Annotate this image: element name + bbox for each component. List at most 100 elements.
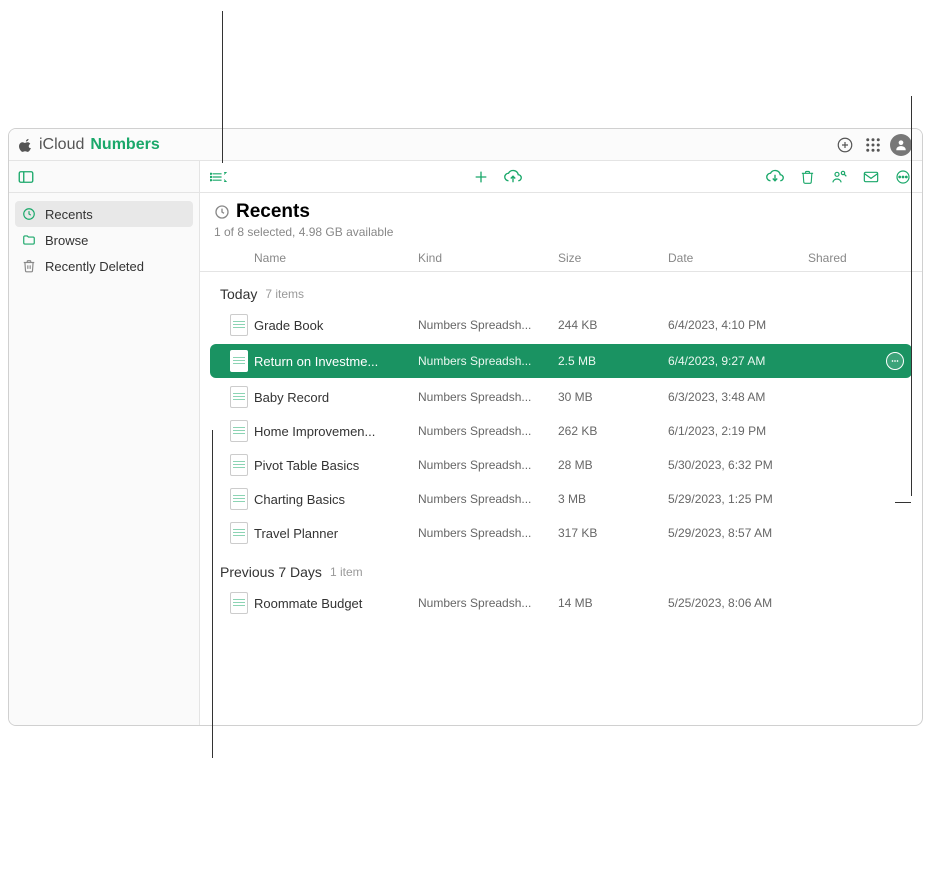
column-date[interactable]: Date bbox=[668, 251, 808, 265]
file-name: Roommate Budget bbox=[254, 596, 418, 611]
spreadsheet-icon bbox=[230, 592, 248, 614]
delete-button[interactable] bbox=[798, 168, 816, 186]
file-kind: Numbers Spreadsh... bbox=[418, 596, 558, 610]
download-button[interactable] bbox=[766, 168, 784, 186]
spreadsheet-icon bbox=[230, 488, 248, 510]
more-actions-button[interactable] bbox=[894, 168, 912, 186]
file-kind: Numbers Spreadsh... bbox=[418, 390, 558, 404]
file-name: Charting Basics bbox=[254, 492, 418, 507]
file-size: 317 KB bbox=[558, 526, 668, 540]
file-name: Travel Planner bbox=[254, 526, 418, 541]
file-size: 2.5 MB bbox=[558, 354, 668, 368]
clock-icon bbox=[21, 206, 37, 222]
file-date: 5/30/2023, 6:32 PM bbox=[668, 458, 808, 472]
file-size: 3 MB bbox=[558, 492, 668, 506]
spreadsheet-icon bbox=[230, 386, 248, 408]
sidebar-item-recently-deleted[interactable]: Recently Deleted bbox=[9, 253, 199, 279]
group-header[interactable]: Today 7 items bbox=[200, 272, 922, 308]
sidebar-item-browse[interactable]: Browse bbox=[9, 227, 199, 253]
file-list: Today7 itemsGrade BookNumbers Spreadsh..… bbox=[200, 272, 922, 620]
view-mode-button[interactable] bbox=[210, 168, 228, 186]
titlebar: iCloud Numbers bbox=[9, 129, 922, 161]
row-more-button[interactable] bbox=[886, 352, 904, 370]
upload-button[interactable] bbox=[504, 168, 522, 186]
file-kind: Numbers Spreadsh... bbox=[418, 492, 558, 506]
callout-line bbox=[212, 430, 213, 758]
file-date: 6/1/2023, 2:19 PM bbox=[668, 424, 808, 438]
spreadsheet-icon bbox=[230, 314, 248, 336]
file-kind: Numbers Spreadsh... bbox=[418, 318, 558, 332]
column-kind[interactable]: Kind bbox=[418, 251, 558, 265]
column-name[interactable]: Name bbox=[254, 251, 418, 265]
sidebar-item-recents[interactable]: Recents bbox=[15, 201, 193, 227]
toolbar bbox=[200, 161, 922, 193]
brand-numbers[interactable]: Numbers bbox=[90, 136, 159, 154]
spreadsheet-icon bbox=[230, 454, 248, 476]
file-size: 30 MB bbox=[558, 390, 668, 404]
spreadsheet-icon bbox=[230, 420, 248, 442]
spreadsheet-icon bbox=[230, 350, 248, 372]
content: Recents 1 of 8 selected, 4.98 GB availab… bbox=[200, 161, 922, 725]
file-row[interactable]: Home Improvemen...Numbers Spreadsh...262… bbox=[200, 414, 922, 448]
file-row[interactable]: Grade BookNumbers Spreadsh...244 KB6/4/2… bbox=[200, 308, 922, 342]
sidebar-toggle[interactable] bbox=[9, 161, 199, 193]
file-row[interactable]: Roommate BudgetNumbers Spreadsh...14 MB5… bbox=[200, 586, 922, 620]
group-label: Today bbox=[220, 286, 257, 302]
folder-icon bbox=[21, 232, 37, 248]
group-header[interactable]: Previous 7 Days 1 item bbox=[200, 550, 922, 586]
column-headers: Name Kind Size Date Shared bbox=[200, 245, 922, 272]
callout-line bbox=[222, 11, 223, 163]
column-shared[interactable]: Shared bbox=[808, 251, 908, 265]
page-header: Recents 1 of 8 selected, 4.98 GB availab… bbox=[200, 193, 922, 245]
file-size: 262 KB bbox=[558, 424, 668, 438]
file-name: Pivot Table Basics bbox=[254, 458, 418, 473]
file-date: 6/4/2023, 9:27 AM bbox=[668, 354, 808, 368]
add-circle-icon[interactable] bbox=[834, 134, 856, 156]
file-row[interactable]: Baby RecordNumbers Spreadsh...30 MB6/3/2… bbox=[200, 380, 922, 414]
file-name: Home Improvemen... bbox=[254, 424, 418, 439]
file-size: 28 MB bbox=[558, 458, 668, 472]
group-count: 7 items bbox=[265, 287, 304, 301]
callout-line bbox=[895, 502, 911, 503]
app-window: iCloud Numbers bbox=[8, 128, 923, 726]
file-date: 6/3/2023, 3:48 AM bbox=[668, 390, 808, 404]
file-kind: Numbers Spreadsh... bbox=[418, 526, 558, 540]
file-date: 5/29/2023, 1:25 PM bbox=[668, 492, 808, 506]
file-name: Grade Book bbox=[254, 318, 418, 333]
file-kind: Numbers Spreadsh... bbox=[418, 458, 558, 472]
file-size: 14 MB bbox=[558, 596, 668, 610]
app-grid-icon[interactable] bbox=[862, 134, 884, 156]
brand-icloud[interactable]: iCloud bbox=[39, 136, 84, 154]
spreadsheet-icon bbox=[230, 522, 248, 544]
sidebar-list: Recents Browse Recently Deleted bbox=[9, 193, 199, 287]
file-row[interactable]: Pivot Table BasicsNumbers Spreadsh...28 … bbox=[200, 448, 922, 482]
email-button[interactable] bbox=[862, 168, 880, 186]
page-title: Recents bbox=[236, 201, 310, 223]
file-name: Return on Investme... bbox=[254, 354, 418, 369]
selection-status: 1 of 8 selected, 4.98 GB available bbox=[214, 225, 908, 239]
file-kind: Numbers Spreadsh... bbox=[418, 354, 558, 368]
file-row[interactable]: Return on Investme...Numbers Spreadsh...… bbox=[210, 344, 912, 378]
file-row[interactable]: Charting BasicsNumbers Spreadsh...3 MB5/… bbox=[200, 482, 922, 516]
sidebar-item-label: Recents bbox=[45, 207, 93, 222]
clock-icon bbox=[214, 204, 230, 220]
sidebar-item-label: Browse bbox=[45, 233, 88, 248]
account-avatar-icon[interactable] bbox=[890, 134, 912, 156]
group-count: 1 item bbox=[330, 565, 363, 579]
apple-logo-icon bbox=[19, 138, 33, 152]
sidebar-icon bbox=[17, 168, 35, 186]
share-button[interactable] bbox=[830, 168, 848, 186]
file-date: 6/4/2023, 4:10 PM bbox=[668, 318, 808, 332]
callout-line bbox=[911, 96, 912, 496]
file-row[interactable]: Travel PlannerNumbers Spreadsh...317 KB5… bbox=[200, 516, 922, 550]
group-label: Previous 7 Days bbox=[220, 564, 322, 580]
file-kind: Numbers Spreadsh... bbox=[418, 424, 558, 438]
trash-icon bbox=[21, 258, 37, 274]
column-size[interactable]: Size bbox=[558, 251, 668, 265]
file-date: 5/29/2023, 8:57 AM bbox=[668, 526, 808, 540]
file-date: 5/25/2023, 8:06 AM bbox=[668, 596, 808, 610]
file-name: Baby Record bbox=[254, 390, 418, 405]
sidebar: Recents Browse Recently Deleted bbox=[9, 161, 200, 725]
new-document-button[interactable] bbox=[472, 168, 490, 186]
file-size: 244 KB bbox=[558, 318, 668, 332]
